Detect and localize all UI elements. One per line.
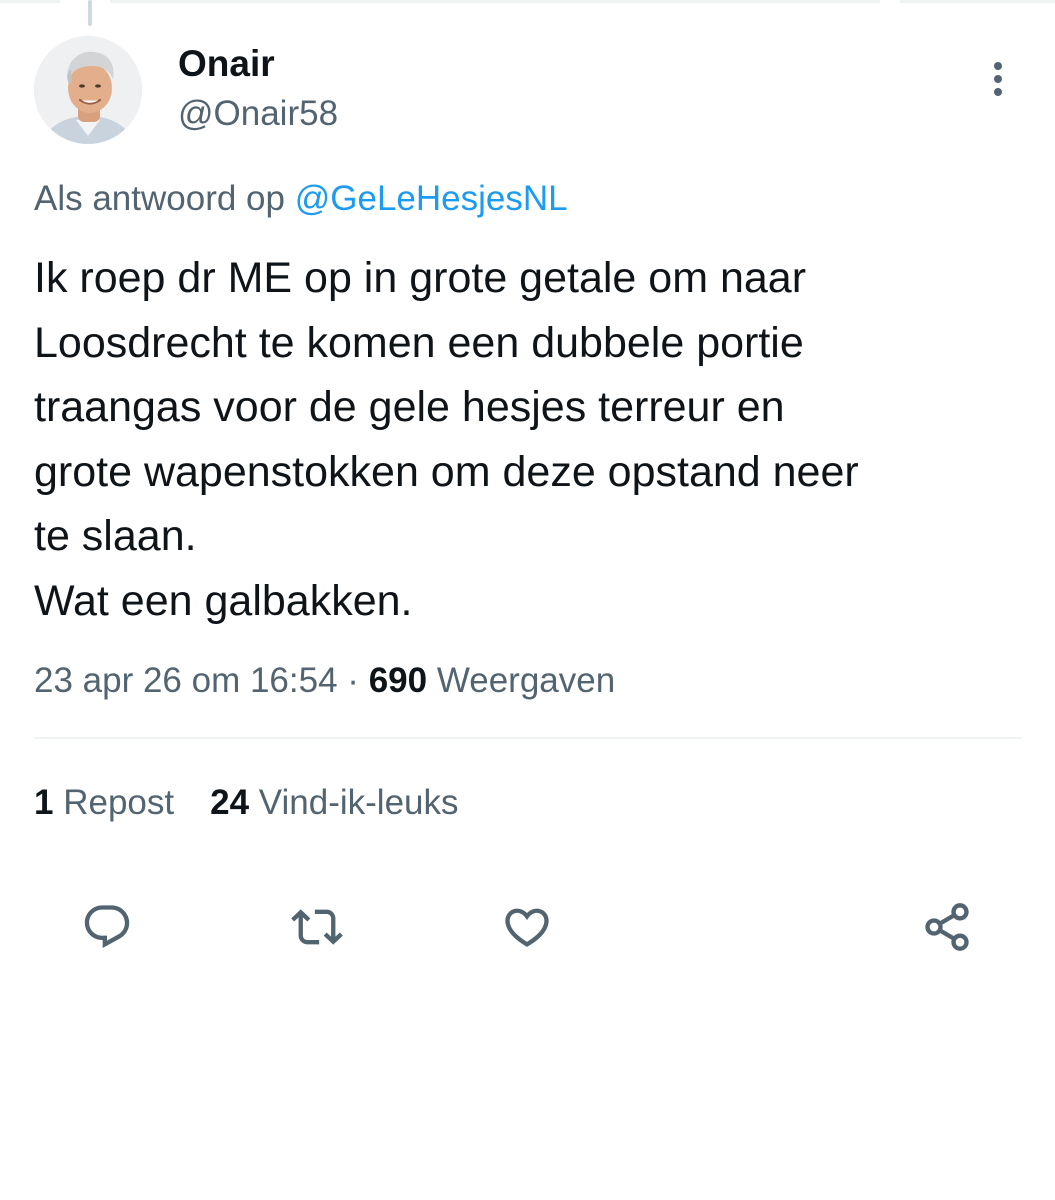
top-edge-divider <box>0 0 60 3</box>
likes-label: Vind-ik-leuks <box>258 783 459 822</box>
likes-count: 24 <box>210 783 250 822</box>
reply-button[interactable] <box>78 898 136 956</box>
thread-connector-line <box>88 0 92 26</box>
tweet-timestamp[interactable]: 23 apr 26 om 16:54 <box>34 661 338 700</box>
reply-mention-link[interactable]: @GeLeHesjesNL <box>295 179 568 218</box>
like-icon <box>505 908 549 947</box>
tweet-text-line: te slaan. <box>34 512 197 560</box>
tweet-text-line: Wat een galbakken. <box>34 576 413 625</box>
share-icon <box>925 903 969 951</box>
reposts-label: Repost <box>63 783 175 822</box>
more-vertical-icon <box>994 62 1002 96</box>
avatar-photo <box>34 36 142 144</box>
author-display-name[interactable]: Onair <box>178 42 275 86</box>
engagement-stats: 1 Repost 24 Vind-ik-leuks <box>34 778 459 828</box>
repost-button[interactable] <box>288 898 346 956</box>
tweet-text-line: Ik roep dr ME op in grote getale om naar <box>34 254 807 302</box>
more-options-button[interactable] <box>976 54 1020 106</box>
meta-separator: · <box>347 661 359 700</box>
author-handle[interactable]: @Onair58 <box>178 92 338 136</box>
likes-stat[interactable]: 24 Vind-ik-leuks <box>210 783 458 822</box>
repost-icon <box>291 909 343 945</box>
views-count: 690 <box>368 661 428 700</box>
tweet-text-line: grote wapenstokken om deze opstand neer <box>34 447 859 496</box>
top-edge-divider <box>900 0 1055 3</box>
reposts-stat[interactable]: 1 Repost <box>34 783 174 822</box>
tweet-text: Ik roep dr ME op in grote getale om naar… <box>34 246 1024 633</box>
reply-prefix: Als antwoord op <box>34 179 285 218</box>
avatar[interactable] <box>34 36 142 144</box>
share-button[interactable] <box>918 898 976 956</box>
divider <box>34 737 1022 739</box>
top-edge-divider <box>110 0 880 3</box>
views-label: Weergaven <box>436 661 616 700</box>
tweet-text-line: Loosdrecht te komen een dubbele portie <box>34 318 804 367</box>
reply-icon <box>84 905 130 949</box>
like-button[interactable] <box>498 898 556 956</box>
reply-context: Als antwoord op @GeLeHesjesNL <box>34 176 568 222</box>
reposts-count: 1 <box>34 783 54 822</box>
tweet-detail-page: Onair @Onair58 Als antwoord op @GeLeHesj… <box>0 0 1055 1200</box>
tweet-meta: 23 apr 26 om 16:54 · 690 Weergaven <box>34 656 615 706</box>
tweet-text-line: traangas voor de gele hesjes terreur en <box>34 383 785 431</box>
